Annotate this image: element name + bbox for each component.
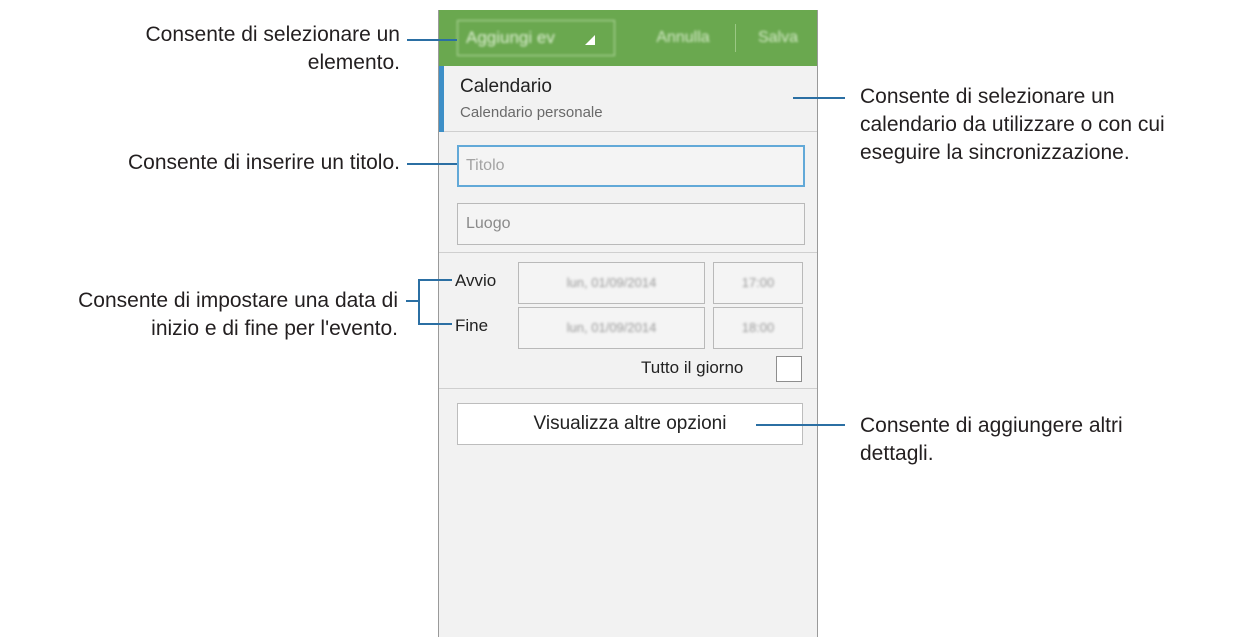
annotation-enter-title: Consente di inserire un titolo. (128, 151, 400, 174)
start-label: Avvio (455, 271, 497, 290)
annotation-line: inizio e di fine per l'evento. (151, 317, 398, 340)
calendar-title: Calendario (460, 76, 552, 97)
annotation-line: eseguire la sincronizzazione. (860, 141, 1130, 164)
annotation-line: elemento. (307, 51, 400, 74)
callout-line (407, 163, 457, 165)
callout-line (406, 300, 418, 302)
annotation-line: Consente di selezionare un (860, 85, 1115, 108)
start-date-field[interactable]: lun, 01/09/2014 (518, 262, 705, 304)
annotation-add-details: Consente di aggiungere altri dettagli. (860, 412, 1230, 468)
end-date-value: lun, 01/09/2014 (566, 320, 657, 335)
dropdown-corner-icon (585, 35, 595, 45)
annotation-line: calendario da utilizzare o con cui (860, 113, 1165, 136)
phone-screen: Aggiungi ev Annulla Salva Calendario Cal… (438, 10, 818, 637)
end-time-value: 18:00 (741, 320, 775, 335)
all-day-checkbox[interactable] (776, 356, 802, 382)
start-time-value: 17:00 (741, 275, 775, 290)
place-input[interactable]: Luogo (457, 203, 805, 245)
callout-line (418, 279, 452, 281)
annotation-line: Consente di selezionare un (145, 23, 400, 46)
callout-line (756, 424, 845, 426)
divider (439, 252, 817, 253)
annotation-select-calendar: Consente di selezionare un calendario da… (860, 83, 1230, 167)
annotation-line: Consente di aggiungere altri (860, 414, 1123, 437)
title-input[interactable]: Titolo (457, 145, 805, 187)
start-time-field[interactable]: 17:00 (713, 262, 803, 304)
more-options-button[interactable]: Visualizza altre opzioni (457, 403, 803, 445)
callout-bracket (418, 279, 420, 325)
callout-line (793, 97, 845, 99)
annotation-select-item: Consente di selezionare un elemento. (10, 21, 400, 77)
annotation-line: dettagli. (860, 442, 934, 465)
annotation-set-dates: Consente di impostare una data di inizio… (0, 287, 398, 343)
end-time-field[interactable]: 18:00 (713, 307, 803, 349)
end-label: Fine (455, 316, 489, 335)
all-day-label: Tutto il giorno (641, 358, 744, 377)
calendar-selector[interactable]: Calendario Calendario personale (439, 66, 817, 132)
action-bar-divider (735, 24, 736, 52)
start-date-value: lun, 01/09/2014 (566, 275, 657, 290)
calendar-accent-bar (439, 66, 444, 132)
save-button[interactable]: Salva (741, 10, 815, 66)
action-bar: Aggiungi ev Annulla Salva (439, 10, 817, 66)
annotation-line: Consente di impostare una data di (78, 289, 398, 312)
end-date-field[interactable]: lun, 01/09/2014 (518, 307, 705, 349)
callout-line (418, 323, 452, 325)
divider (439, 388, 817, 389)
cancel-button[interactable]: Annulla (643, 10, 723, 66)
calendar-subtitle: Calendario personale (460, 104, 603, 121)
callout-line (407, 39, 457, 41)
